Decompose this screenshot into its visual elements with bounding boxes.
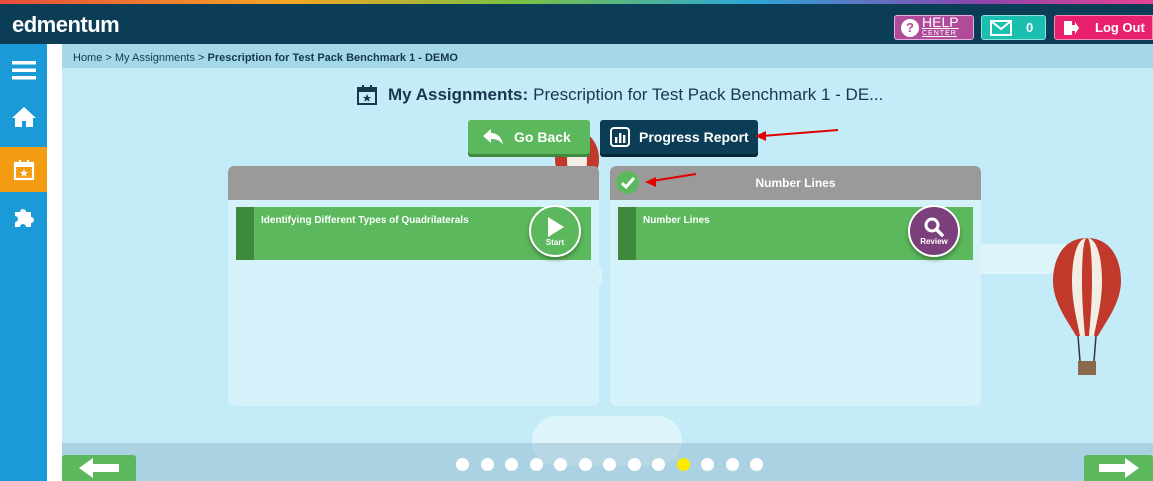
sidebar <box>0 44 47 481</box>
puzzle-icon <box>14 208 34 227</box>
sidebar-item-puzzle[interactable] <box>0 194 47 239</box>
envelope-icon <box>990 19 1012 36</box>
calendar-star-icon <box>13 159 34 180</box>
edmentum-logo[interactable]: edmentum <box>12 12 120 38</box>
annotation-arrows <box>645 129 839 187</box>
home-icon <box>11 106 36 127</box>
messages-count: 0 <box>1026 20 1034 35</box>
top-nav-bar: edmentum ? HELP CENTER 0 Log Out <box>0 4 1153 44</box>
logout-button[interactable]: Log Out <box>1054 15 1153 40</box>
help-label: HELP CENTER <box>922 13 959 37</box>
hamburger-icon <box>11 60 36 79</box>
help-center-button[interactable]: ? HELP CENTER <box>894 15 974 40</box>
main-content: Home > My Assignments > Prescription for… <box>62 44 1153 481</box>
sidebar-item-assignments[interactable] <box>0 147 47 192</box>
sidebar-item-home[interactable] <box>0 94 47 139</box>
sidebar-item-menu[interactable] <box>0 47 47 92</box>
logout-label: Log Out <box>1095 20 1145 35</box>
logout-icon <box>1064 20 1079 35</box>
help-question-icon: ? <box>901 18 919 37</box>
messages-button[interactable]: 0 <box>981 15 1046 40</box>
